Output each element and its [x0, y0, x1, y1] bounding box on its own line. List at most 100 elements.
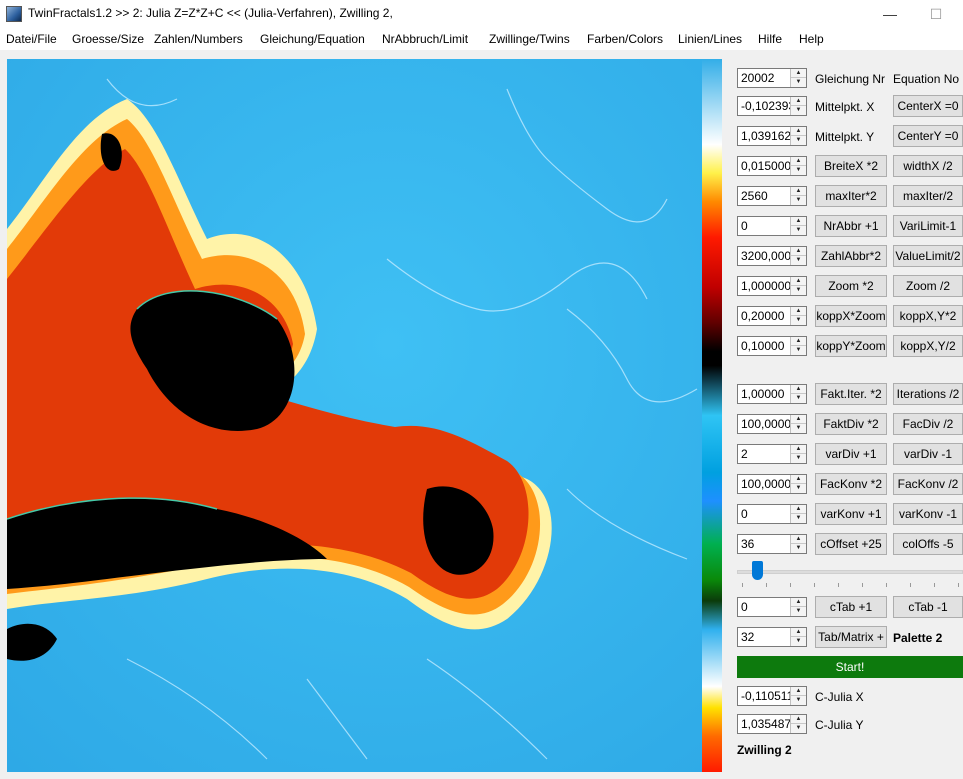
menu-hilfe[interactable]: Hilfe [758, 32, 782, 46]
center-y-zero-button[interactable]: CenterY =0 [893, 125, 963, 147]
spin-up-icon[interactable]: ▲ [791, 535, 806, 544]
kopp-y-zoom-button[interactable]: koppY*Zoom [815, 335, 887, 357]
minimize-button[interactable]: — [867, 0, 913, 28]
center-x-spinbox[interactable]: -0,10239385 ▲▼ [737, 96, 807, 116]
nr-abbr-increment-button[interactable]: NrAbbr +1 [815, 215, 887, 237]
c-julia-y-spinbox[interactable]: 1,03548740 ▲▼ [737, 714, 807, 734]
spin-up-icon[interactable]: ▲ [791, 628, 806, 637]
spin-down-icon[interactable]: ▼ [791, 394, 806, 403]
spin-down-icon[interactable]: ▼ [791, 454, 806, 463]
spin-up-icon[interactable]: ▲ [791, 187, 806, 196]
zahl-abbr-double-button[interactable]: ZahlAbbr*2 [815, 245, 887, 267]
fac-div-half-button[interactable]: FacDiv /2 [893, 413, 963, 435]
color-offset-plus-button[interactable]: cOffset +25 [815, 533, 887, 555]
spin-down-icon[interactable]: ▼ [791, 316, 806, 325]
kopp-y-spinbox[interactable]: 0,10000 ▲ ▼ [737, 336, 807, 356]
menu-groesse-size[interactable]: Groesse/Size [72, 32, 144, 46]
spin-up-icon[interactable]: ▲ [791, 217, 806, 226]
color-offset-minus-button[interactable]: colOffs -5 [893, 533, 963, 555]
fac-konv-half-button[interactable]: FacKonv /2 [893, 473, 963, 495]
tab-matrix-spinbox[interactable]: 32 ▲ ▼ [737, 627, 807, 647]
nr-abbr-spinbox[interactable]: 0 ▲ ▼ [737, 216, 807, 236]
var-div-spinbox[interactable]: 2 ▲ ▼ [737, 444, 807, 464]
maximize-button[interactable]: ☐ [913, 0, 959, 28]
width-x-half-button[interactable]: widthX /2 [893, 155, 963, 177]
fakt-iter-spinbox[interactable]: 1,00000 ▲ ▼ [737, 384, 807, 404]
var-konv-spinbox[interactable]: 0 ▲ ▼ [737, 504, 807, 524]
fac-konv-double-button[interactable]: FacKonv *2 [815, 473, 887, 495]
spin-down-icon[interactable]: ▼ [791, 607, 806, 616]
color-slider-track[interactable] [737, 570, 963, 574]
menu-zahlen-numbers[interactable]: Zahlen/Numbers [154, 32, 243, 46]
zahl-abbr-spinbox[interactable]: 3200,0000 ▲▼ [737, 246, 807, 266]
spin-up-icon[interactable]: ▲ [791, 277, 806, 286]
spin-down-icon[interactable]: ▼ [791, 136, 806, 145]
menu-zwillinge-twins[interactable]: Zwillinge/Twins [489, 32, 570, 46]
spin-up-icon[interactable]: ▲ [791, 247, 806, 256]
spin-down-icon[interactable]: ▼ [791, 286, 806, 295]
spin-up-icon[interactable]: ▲ [791, 307, 806, 316]
tab-matrix-increment-button[interactable]: Tab/Matrix + [815, 626, 887, 648]
spin-down-icon[interactable]: ▼ [791, 514, 806, 523]
center-y-spinbox[interactable]: 1,03916290 ▲▼ [737, 126, 807, 146]
iterations-half-button[interactable]: Iterations /2 [893, 383, 963, 405]
spin-down-icon[interactable]: ▼ [791, 196, 806, 205]
vari-limit-decrement-button[interactable]: VariLimit-1 [893, 215, 963, 237]
spin-down-icon[interactable]: ▼ [791, 724, 806, 733]
spin-down-icon[interactable]: ▼ [791, 106, 806, 115]
var-konv-increment-button[interactable]: varKonv +1 [815, 503, 887, 525]
spin-down-icon[interactable]: ▼ [791, 256, 806, 265]
spin-down-icon[interactable]: ▼ [791, 484, 806, 493]
ctab-spinbox[interactable]: 0 ▲ ▼ [737, 597, 807, 617]
zoom-double-button[interactable]: Zoom *2 [815, 275, 887, 297]
spin-down-icon[interactable]: ▼ [791, 637, 806, 646]
spin-down-icon[interactable]: ▼ [791, 166, 806, 175]
spin-up-icon[interactable]: ▲ [791, 69, 806, 78]
max-iter-spinbox[interactable]: 2560 ▲ ▼ [737, 186, 807, 206]
spin-up-icon[interactable]: ▲ [791, 715, 806, 724]
spin-up-icon[interactable]: ▲ [791, 598, 806, 607]
spin-up-icon[interactable]: ▲ [791, 445, 806, 454]
fac-konv-spinbox[interactable]: 100,00000 ▲▼ [737, 474, 807, 494]
var-div-decrement-button[interactable]: varDiv -1 [893, 443, 963, 465]
spin-up-icon[interactable]: ▲ [791, 687, 806, 696]
center-x-zero-button[interactable]: CenterX =0 [893, 95, 963, 117]
spin-down-icon[interactable]: ▼ [791, 226, 806, 235]
width-x-double-button[interactable]: BreiteX *2 [815, 155, 887, 177]
kopp-x-spinbox[interactable]: 0,20000 ▲ ▼ [737, 306, 807, 326]
menu-linien-lines[interactable]: Linien/Lines [678, 32, 742, 46]
width-x-spinbox[interactable]: 0,0150000 ▲▼ [737, 156, 807, 176]
max-iter-double-button[interactable]: maxIter*2 [815, 185, 887, 207]
kopp-xy-half-button[interactable]: koppX,Y/2 [893, 335, 963, 357]
ctab-decrement-button[interactable]: cTab -1 [893, 596, 963, 618]
fakt-div-spinbox[interactable]: 100,00000 ▲▼ [737, 414, 807, 434]
spin-up-icon[interactable]: ▲ [791, 157, 806, 166]
kopp-x-zoom-button[interactable]: koppX*Zoom [815, 305, 887, 327]
fractal-canvas[interactable] [7, 59, 702, 772]
start-button[interactable]: Start! [737, 656, 963, 678]
fractal-app-icon[interactable] [6, 6, 22, 22]
spin-down-icon[interactable]: ▼ [791, 424, 806, 433]
color-offset-spinbox[interactable]: 36 ▲ ▼ [737, 534, 807, 554]
var-div-increment-button[interactable]: varDiv +1 [815, 443, 887, 465]
spin-down-icon[interactable]: ▼ [791, 346, 806, 355]
kopp-xy-double-button[interactable]: koppX,Y*2 [893, 305, 963, 327]
menu-datei-file[interactable]: Datei/File [6, 32, 57, 46]
zoom-half-button[interactable]: Zoom /2 [893, 275, 963, 297]
fakt-iter-double-button[interactable]: Fakt.Iter. *2 [815, 383, 887, 405]
value-limit-half-button[interactable]: ValueLimit/2 [893, 245, 963, 267]
c-julia-x-spinbox[interactable]: -0,11051100 ▲▼ [737, 686, 807, 706]
spin-up-icon[interactable]: ▲ [791, 415, 806, 424]
menu-nrabbruch-limit[interactable]: NrAbbruch/Limit [382, 32, 468, 46]
var-konv-decrement-button[interactable]: varKonv -1 [893, 503, 963, 525]
equation-number-spinbox[interactable]: 20002 ▲ ▼ [737, 68, 807, 88]
spin-up-icon[interactable]: ▲ [791, 385, 806, 394]
fakt-div-double-button[interactable]: FaktDiv *2 [815, 413, 887, 435]
ctab-increment-button[interactable]: cTab +1 [815, 596, 887, 618]
spin-up-icon[interactable]: ▲ [791, 97, 806, 106]
color-slider-thumb[interactable] [752, 561, 763, 580]
menu-farben-colors[interactable]: Farben/Colors [587, 32, 663, 46]
spin-up-icon[interactable]: ▲ [791, 475, 806, 484]
spin-down-icon[interactable]: ▼ [791, 696, 806, 705]
zoom-spinbox[interactable]: 1,0000000 ▲▼ [737, 276, 807, 296]
